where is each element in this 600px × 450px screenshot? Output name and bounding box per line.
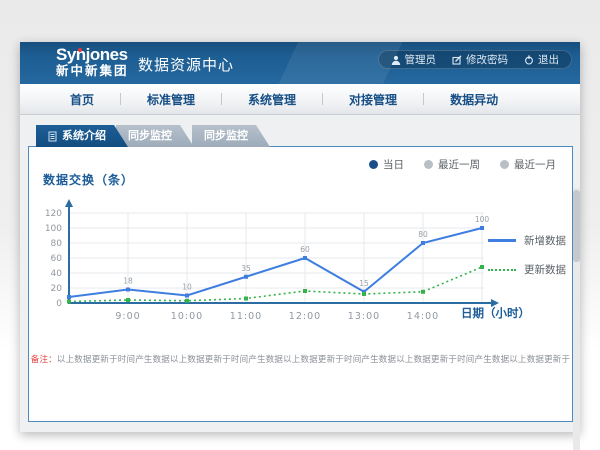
logout-label: 退出 — [538, 52, 559, 67]
power-icon — [524, 55, 534, 65]
period-option-label: 最近一周 — [438, 157, 480, 172]
period-option-label: 最近一月 — [514, 157, 556, 172]
logo-red-dot — [78, 48, 82, 52]
svg-text:0: 0 — [56, 299, 62, 309]
x-axis-title: 日期（小时） — [461, 305, 530, 321]
period-option-label: 当日 — [383, 157, 404, 172]
svg-text:9:00: 9:00 — [115, 311, 140, 322]
logout-button[interactable]: 退出 — [524, 52, 559, 67]
svg-text:80: 80 — [51, 239, 63, 249]
svg-text:40: 40 — [51, 269, 63, 279]
admin-user-button[interactable]: 管理员 — [391, 52, 437, 67]
solid-line-swatch-icon — [488, 239, 516, 242]
period-option-last-month[interactable]: 最近一月 — [500, 157, 556, 172]
svg-text:60: 60 — [300, 245, 310, 254]
chart-panel: 当日 最近一周 最近一月 数据交换（条） 0 20 40 60 80 100 120 9:00… — [28, 146, 573, 422]
svg-text:20: 20 — [51, 284, 63, 294]
change-password-label: 修改密码 — [466, 52, 508, 67]
nav-item-home[interactable]: 首页 — [44, 91, 120, 108]
page-title: 数据资源中心 — [138, 54, 234, 75]
legend-item-new-data[interactable]: 新增数据 — [488, 233, 566, 248]
nav-item-standard-mgmt[interactable]: 标准管理 — [121, 91, 221, 108]
svg-text:120: 120 — [45, 209, 62, 219]
footnote-prefix: 备注： — [31, 354, 57, 364]
svg-text:100: 100 — [45, 224, 62, 234]
svg-text:10: 10 — [182, 283, 192, 292]
document-icon — [48, 131, 57, 142]
period-option-today[interactable]: 当日 — [369, 157, 404, 172]
radio-dot-icon — [424, 160, 433, 169]
tab-sync-monitor-1[interactable]: 同步监控 — [116, 125, 194, 147]
svg-text:80: 80 — [418, 230, 428, 239]
radio-dot-icon — [500, 160, 509, 169]
svg-text:35: 35 — [241, 264, 251, 273]
svg-text:11:00: 11:00 — [230, 311, 262, 322]
svg-text:60: 60 — [51, 254, 63, 264]
svg-text:18: 18 — [123, 277, 133, 286]
svg-text:100: 100 — [475, 215, 490, 224]
dotted-line-swatch-icon — [488, 269, 516, 271]
period-filter: 当日 最近一周 最近一月 — [369, 157, 556, 172]
y-axis-title: 数据交换（条） — [43, 171, 134, 188]
scrollbar-thumb[interactable] — [573, 190, 580, 262]
change-password-button[interactable]: 修改密码 — [452, 52, 508, 67]
footnote-text: 以上数据更新于时间产生数据以上数据更新于时间产生数据以上数据更新于时间产生数据以… — [57, 354, 570, 364]
admin-user-label: 管理员 — [405, 52, 437, 67]
user-menu: 管理员 修改密码 退出 — [378, 50, 573, 69]
edit-icon — [452, 55, 462, 65]
nav-item-interface-mgmt[interactable]: 对接管理 — [323, 91, 423, 108]
legend-label: 更新数据 — [524, 262, 566, 277]
scrollbar-track[interactable] — [573, 188, 580, 450]
period-option-last-week[interactable]: 最近一周 — [424, 157, 480, 172]
nav-item-data-change[interactable]: 数据异动 — [424, 91, 524, 108]
tab-label: 同步监控 — [204, 125, 248, 147]
radio-dot-icon — [369, 160, 378, 169]
main-nav: 首页 标准管理 系统管理 对接管理 数据异动 — [20, 84, 580, 115]
tab-label: 系统介绍 — [62, 125, 106, 147]
app-header: Synjones 新中新集团 数据资源中心 管理员 修改密码 退出 — [20, 42, 580, 84]
tab-sync-monitor-2[interactable]: 同步监控 — [192, 125, 270, 147]
svg-text:14:00: 14:00 — [407, 311, 439, 322]
footnote: 备注：以上数据更新于时间产生数据以上数据更新于时间产生数据以上数据更新于时间产生… — [29, 353, 572, 365]
tab-label: 同步监控 — [128, 125, 172, 147]
svg-text:13:00: 13:00 — [348, 311, 380, 322]
svg-text:15: 15 — [359, 279, 369, 288]
legend-item-update-data[interactable]: 更新数据 — [488, 262, 566, 277]
content-area: 系统介绍 同步监控 同步监控 当日 最近一周 — [20, 115, 580, 432]
app-window: Synjones 新中新集团 数据资源中心 管理员 修改密码 退出 首页 标准管… — [20, 42, 580, 432]
tab-bar: 系统介绍 同步监控 同步监控 — [36, 125, 258, 147]
nav-item-system-mgmt[interactable]: 系统管理 — [222, 91, 322, 108]
chart-legend: 新增数据 更新数据 — [488, 233, 566, 277]
tab-system-intro[interactable]: 系统介绍 — [36, 125, 128, 147]
user-icon — [391, 55, 401, 65]
legend-label: 新增数据 — [524, 233, 566, 248]
svg-text:10:00: 10:00 — [171, 311, 203, 322]
svg-text:12:00: 12:00 — [289, 311, 321, 322]
